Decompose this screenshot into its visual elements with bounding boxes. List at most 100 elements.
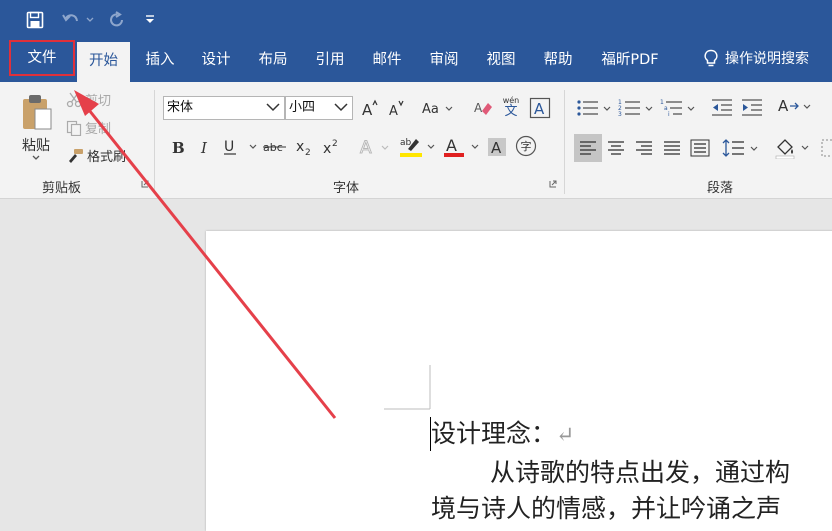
line-spacing-button[interactable] [722, 134, 762, 162]
chevron-down-icon [334, 103, 348, 112]
italic-button[interactable]: I [196, 136, 216, 158]
customize-qat-button[interactable] [140, 8, 160, 32]
tab-design[interactable]: 设计 [190, 40, 242, 78]
align-left-icon [580, 141, 596, 155]
lightbulb-icon [704, 49, 718, 67]
customize-dropdown-icon [146, 15, 154, 23]
bold-button[interactable]: B [168, 136, 188, 158]
shrink-font-button[interactable]: A [386, 96, 406, 120]
undo-button[interactable] [58, 8, 84, 32]
paste-button[interactable]: 粘贴 [14, 88, 58, 166]
subscript-icon: x 2 [296, 139, 311, 156]
align-left-button[interactable] [574, 134, 602, 162]
svg-text:ab: ab [400, 138, 412, 148]
paste-label: 粘贴 [22, 138, 50, 154]
text-effects-button[interactable]: A [358, 136, 392, 158]
change-case-button[interactable]: Aa [420, 96, 454, 120]
chinese-layout-icon: A [778, 97, 811, 115]
chevron-down-icon [86, 17, 94, 22]
format-painter-button[interactable]: 格式刷 [66, 146, 126, 165]
bold-icon: B [172, 139, 185, 155]
chevron-down-icon [266, 103, 280, 112]
borders-button[interactable] [820, 134, 832, 162]
distributed-button[interactable] [688, 134, 712, 162]
phonetic-bottom-label: 文 [504, 103, 518, 119]
document-page[interactable]: 设计理念：↵ 从诗歌的特点出发，通过构 境与诗人的情感，并让吟诵之声 [206, 231, 832, 531]
highlight-color-button[interactable]: ab [398, 134, 438, 160]
save-button[interactable] [22, 8, 48, 32]
font-color-button[interactable]: A [442, 134, 482, 160]
design-concept-heading: 设计理念： [431, 419, 557, 448]
font-launcher[interactable] [548, 179, 558, 189]
phonetic-guide-button[interactable]: wén 文 [500, 92, 522, 122]
shading-button[interactable] [774, 134, 814, 162]
title-bar [0, 0, 832, 40]
svg-text:x: x [296, 139, 304, 155]
superscript-button[interactable]: x 2 [322, 136, 342, 158]
redo-button[interactable] [104, 8, 130, 32]
svg-text:2: 2 [305, 148, 311, 156]
document-text: 设计理念：↵ [431, 414, 574, 450]
tab-references[interactable]: 引用 [304, 40, 356, 78]
eraser-icon: A [474, 101, 492, 115]
copy-icon [66, 120, 82, 136]
grow-font-button[interactable]: A [360, 96, 380, 120]
subscript-button[interactable]: x 2 [295, 136, 315, 158]
tab-help[interactable]: 帮助 [532, 40, 584, 78]
multilevel-list-button[interactable]: 1 a i [660, 96, 698, 120]
copy-button[interactable]: 复制 [66, 118, 111, 137]
chevron-down-icon [32, 155, 40, 160]
undo-dropdown[interactable] [84, 8, 96, 32]
document-paragraph-line: 从诗歌的特点出发，通过构 [490, 458, 791, 487]
tab-review[interactable]: 审阅 [418, 40, 470, 78]
group-divider [564, 90, 565, 194]
tell-me-search[interactable]: 操作说明搜索 [688, 40, 824, 78]
increase-indent-button[interactable] [740, 96, 764, 120]
align-center-button[interactable] [604, 134, 628, 162]
svg-text:A: A [362, 101, 373, 117]
tab-layout[interactable]: 布局 [247, 40, 299, 78]
cut-button[interactable]: 剪切 [66, 90, 111, 109]
decrease-indent-button[interactable] [710, 96, 734, 120]
font-color-icon: A [444, 136, 479, 157]
tell-me-label: 操作说明搜索 [725, 51, 809, 67]
shrink-font-icon: A [389, 100, 404, 117]
justify-button[interactable] [660, 134, 684, 162]
align-right-button[interactable] [632, 134, 656, 162]
bullets-button[interactable] [576, 96, 614, 120]
character-border-button[interactable]: A [528, 96, 552, 120]
undo-icon [62, 14, 78, 22]
distributed-icon [690, 139, 710, 157]
svg-text:Aa: Aa [422, 102, 439, 117]
multilevel-list-icon: 1 a i [660, 99, 695, 118]
clipboard-launcher[interactable] [140, 179, 150, 189]
tab-mailings[interactable]: 邮件 [361, 40, 413, 78]
tab-insert[interactable]: 插入 [134, 40, 186, 78]
enclose-characters-button[interactable]: 字 [514, 134, 538, 158]
svg-text:U: U [224, 139, 234, 155]
tab-file[interactable]: 文件 [9, 40, 75, 76]
svg-text:A: A [446, 136, 457, 155]
bullets-icon [577, 100, 611, 116]
character-shading-button[interactable]: A [486, 136, 508, 158]
font-name-combo[interactable]: 宋体 [163, 96, 285, 120]
italic-icon: I [200, 139, 208, 155]
svg-text:A: A [389, 104, 398, 117]
clipboard-paste-icon [23, 95, 52, 130]
underline-button[interactable]: U [222, 136, 258, 158]
clear-formatting-button[interactable]: A [472, 96, 494, 120]
svg-text:A: A [360, 138, 372, 157]
font-size-combo[interactable]: 小四 [285, 96, 353, 120]
tab-view[interactable]: 视图 [475, 40, 527, 78]
borders-icon [821, 139, 832, 157]
numbering-button[interactable]: 1 2 3 [618, 96, 656, 120]
tab-foxit-pdf[interactable]: 福昕PDF [590, 40, 670, 78]
chinese-layout-button[interactable]: A [776, 94, 816, 120]
tab-home[interactable]: 开始 [77, 42, 130, 82]
format-painter-label: 格式刷 [87, 150, 127, 165]
font-group-label: 字体 [333, 181, 360, 196]
strikethrough-button[interactable]: abc [262, 136, 290, 158]
enclose-char-label: 字 [520, 140, 532, 153]
align-right-icon [636, 141, 652, 155]
strikethrough-icon: abc [263, 141, 286, 154]
